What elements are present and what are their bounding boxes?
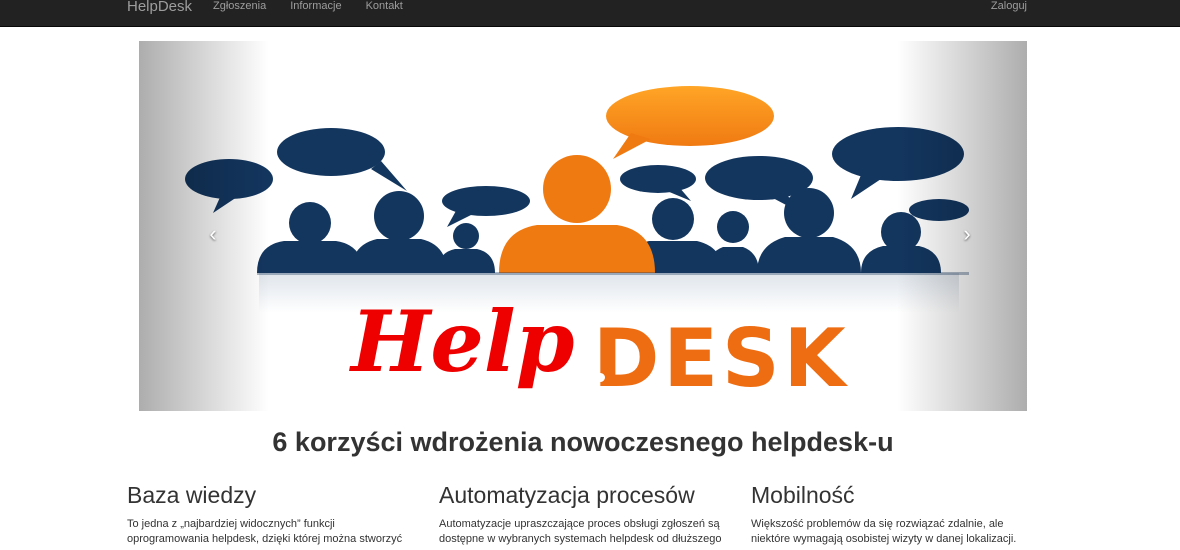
chevron-right-icon: ›: [963, 221, 971, 246]
carousel-prev-button[interactable]: ‹: [203, 221, 223, 247]
feature-title: Baza wiedzy: [127, 482, 257, 508]
chevron-left-icon: ‹: [209, 221, 217, 246]
nav-link-kontakt[interactable]: Kontakt: [366, 0, 403, 12]
helpdesk-hero-image: Help DESK: [139, 41, 1027, 411]
nav-link-zgloszenia[interactable]: Zgłoszenia: [213, 0, 266, 12]
feature-text: Większość problemów da się rozwiązać zda…: [751, 518, 1017, 545]
login-link[interactable]: Zaloguj: [991, 0, 1027, 12]
feature-title: Automatyzacja procesów: [439, 482, 695, 508]
feature-column-automation: Automatyzacja procesów Automatyzacje upr…: [439, 480, 724, 547]
feature-text: To jedna z „najbardziej widocznych” funk…: [127, 518, 403, 545]
logo-desk-text: DESK: [593, 312, 850, 405]
nav-link-informacje[interactable]: Informacje: [290, 0, 341, 12]
feature-column-knowledge-base: Baza wiedzy To jedna z „najbardziej wido…: [127, 480, 412, 547]
carousel-indicators: [583, 373, 605, 382]
carousel-indicator-2[interactable]: [596, 373, 605, 382]
feature-text: Automatyzacje upraszczające proces obsłu…: [439, 518, 722, 545]
hero-carousel: Help DESK ‹ ›: [139, 41, 1027, 411]
carousel-indicator-1[interactable]: [583, 373, 592, 382]
carousel-next-button[interactable]: ›: [957, 221, 977, 247]
feature-column-mobility: Mobilność Większość problemów da się roz…: [751, 480, 1036, 547]
top-navbar: HelpDesk Zgłoszenia Informacje Kontakt Z…: [0, 0, 1180, 27]
logo-help-text: Help: [349, 292, 574, 391]
page-heading: 6 korzyści wdrożenia nowoczesnego helpde…: [272, 427, 894, 457]
nav-links: Zgłoszenia Informacje Kontakt: [213, 0, 427, 12]
brand-link[interactable]: HelpDesk: [127, 0, 192, 14]
feature-title: Mobilność: [751, 482, 855, 508]
